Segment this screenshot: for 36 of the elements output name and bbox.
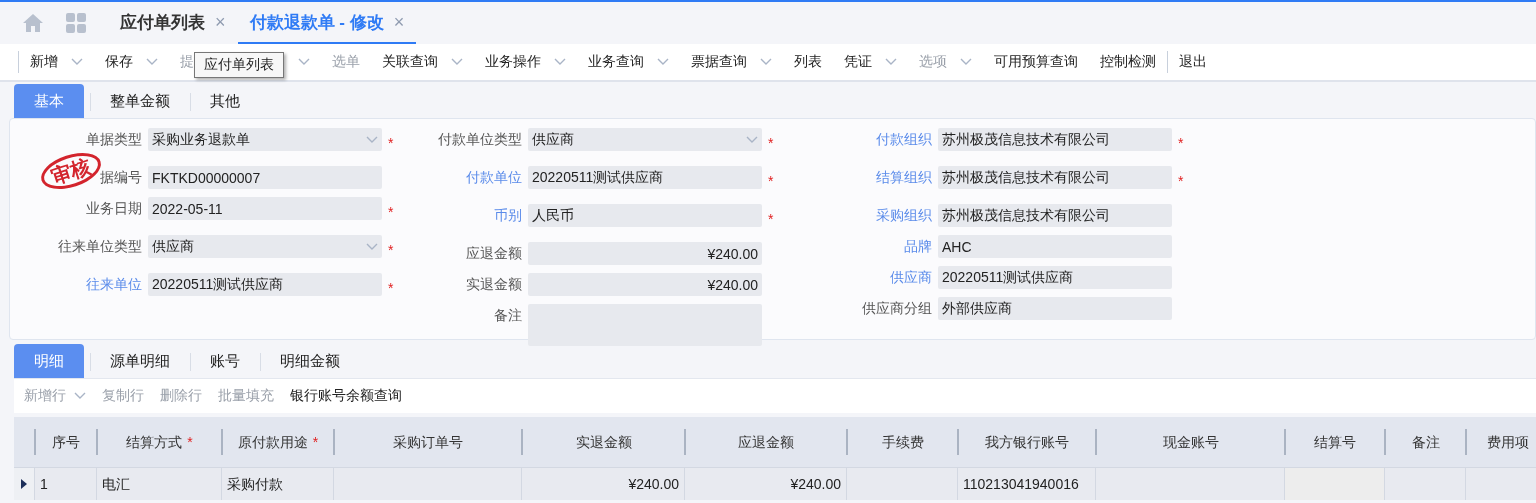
field-label: 付款单位类型 <box>438 130 522 149</box>
table-cell: ¥240.00 <box>521 468 684 500</box>
required-mark: * <box>388 134 394 153</box>
tooltip: 应付单列表 <box>194 52 284 78</box>
column-header: 备注 <box>1411 433 1440 452</box>
required-mark: * <box>768 210 774 229</box>
table-cell: 电汇 <box>96 468 221 500</box>
field-label: 供应商分组 <box>862 299 932 318</box>
column-header: 结算方式 * <box>126 433 193 452</box>
column-header: 手续费 <box>881 433 924 452</box>
required-mark: * <box>768 172 774 191</box>
field-label: 单据类型 <box>86 130 142 149</box>
table-cell: 110213041940016 <box>957 468 1095 500</box>
required-mark: * <box>388 203 394 222</box>
field-label: 应退金额 <box>466 244 522 263</box>
table-cell: ¥240.00 <box>684 468 846 500</box>
column-header: 应退金额 <box>738 433 794 452</box>
field-label: 备注 <box>494 306 522 325</box>
column-header: 结算号 <box>1314 433 1356 452</box>
table-cell: 采购付款 <box>221 468 333 500</box>
column-header: 采购订单号 <box>393 433 463 452</box>
column-header: 我方银行账号 <box>985 433 1069 452</box>
required-mark: * <box>388 241 394 260</box>
field-label: 业务日期 <box>86 199 142 218</box>
table-cell: 1 <box>34 468 96 500</box>
column-header: 原付款用途 * <box>237 433 319 452</box>
column-header: 费用项 <box>1487 433 1529 452</box>
field-label: 往来单位类型 <box>58 237 142 256</box>
column-header: 实退金额 <box>575 433 632 452</box>
required-mark: * <box>388 279 394 298</box>
column-header: 序号 <box>52 433 80 452</box>
column-header: 现金账号 <box>1162 433 1219 452</box>
required-mark: * <box>1178 134 1184 153</box>
required-mark: * <box>1178 172 1184 191</box>
required-mark: * <box>768 134 774 153</box>
field-label: 实退金额 <box>466 275 522 294</box>
